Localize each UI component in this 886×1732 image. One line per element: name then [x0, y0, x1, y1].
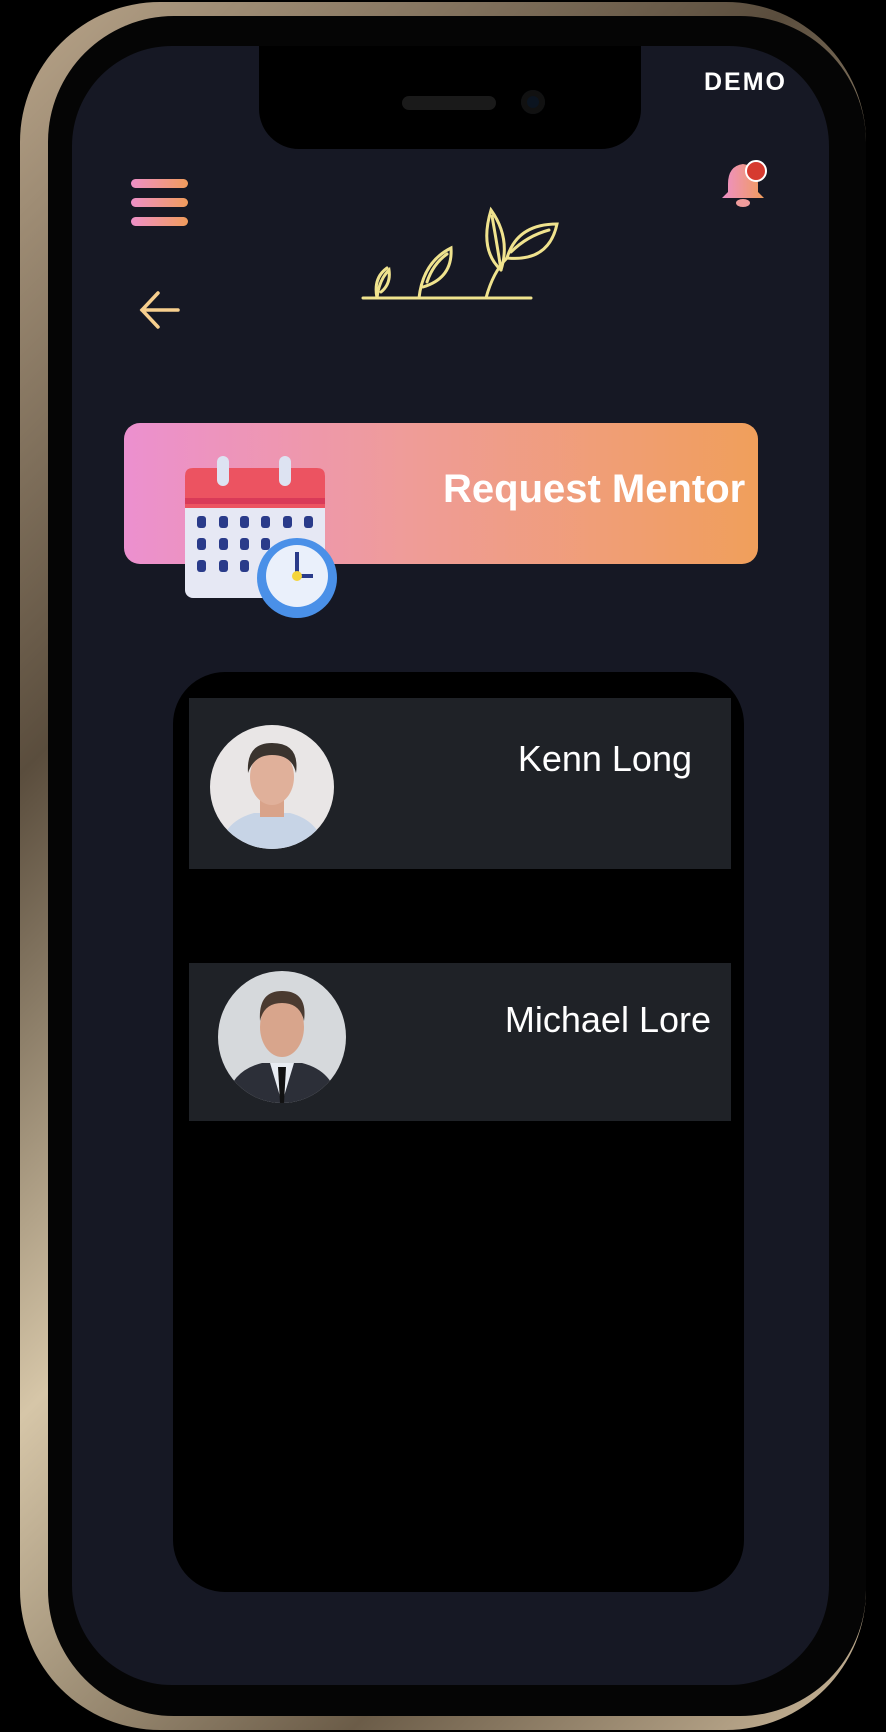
camera: [521, 90, 545, 114]
hamburger-menu-icon[interactable]: [131, 179, 188, 227]
avatar: [210, 725, 334, 849]
mentor-list: Kenn Long Michael Lore: [173, 672, 744, 1592]
app-screen: DEMO Request Mentor Kenn Long Michael Lo…: [72, 46, 829, 1685]
mentor-name: Michael Lore: [504, 999, 711, 1040]
request-mentor-label: Request Mentor: [443, 467, 746, 511]
mentor-name: Kenn Long: [517, 738, 692, 779]
mentor-row[interactable]: Kenn Long: [189, 698, 731, 869]
bell-with-badge-icon[interactable]: [718, 158, 772, 212]
avatar: [218, 971, 346, 1103]
speaker: [402, 96, 496, 110]
notch: [259, 46, 641, 149]
sprouting-plants-logo: [361, 206, 559, 300]
arrow-left-icon[interactable]: [138, 288, 182, 332]
calendar-clock-icon: [185, 456, 337, 618]
mentor-row[interactable]: Michael Lore: [189, 963, 731, 1121]
demo-label: DEMO: [704, 68, 787, 96]
